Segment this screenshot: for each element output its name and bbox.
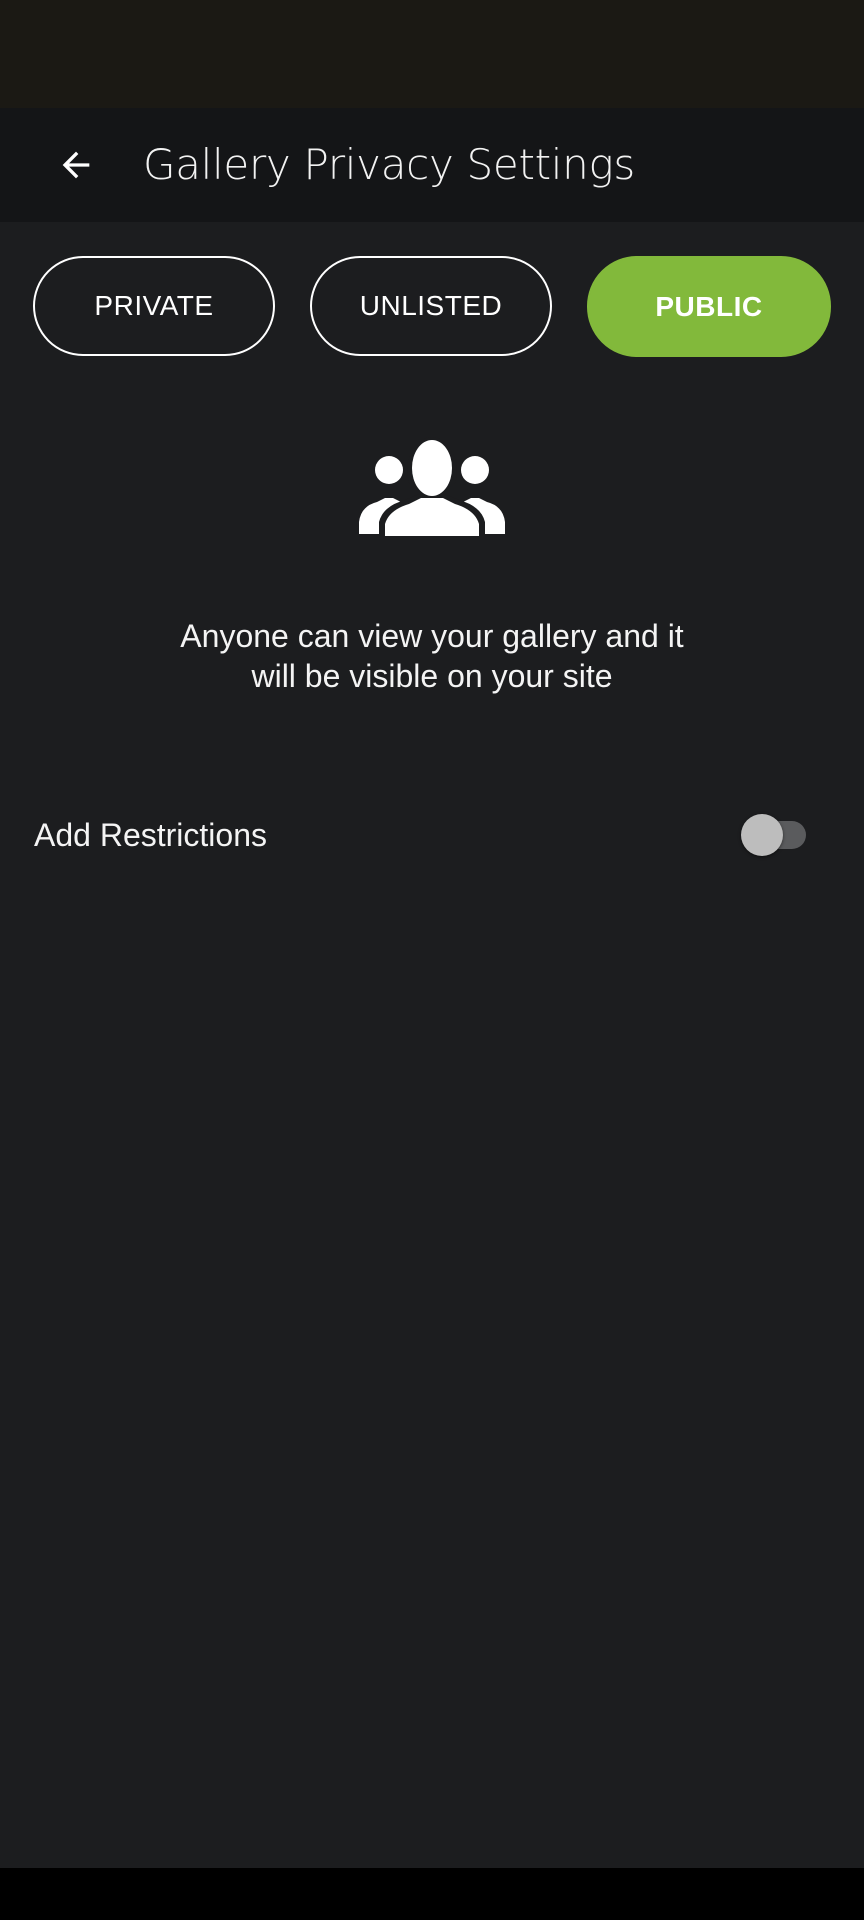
back-button[interactable] [40,129,112,201]
unlisted-option-button[interactable]: UNLISTED [310,256,552,356]
privacy-segmented-control: PRIVATE UNLISTED PUBLIC [33,256,831,358]
screen: Gallery Privacy Settings PRIVATE UNLISTE… [0,0,864,1920]
toggle-thumb [741,814,783,856]
people-group-icon [359,437,505,536]
public-option-button[interactable]: PUBLIC [587,256,831,357]
description-line-2: will be visible on your site [251,658,613,694]
status-bar [0,0,864,108]
app-bar: Gallery Privacy Settings [0,108,864,222]
add-restrictions-label: Add Restrictions [34,817,267,853]
navigation-bar [0,1868,864,1920]
description-line-1: Anyone can view your gallery and it [180,618,684,654]
add-restrictions-row: Add Restrictions [0,800,864,870]
add-restrictions-toggle[interactable] [738,812,808,858]
private-option-button[interactable]: PRIVATE [33,256,275,356]
page-title: Gallery Privacy Settings [143,140,635,189]
privacy-description: Anyone can view your gallery and it will… [132,616,732,696]
arrow-left-icon [62,151,90,179]
